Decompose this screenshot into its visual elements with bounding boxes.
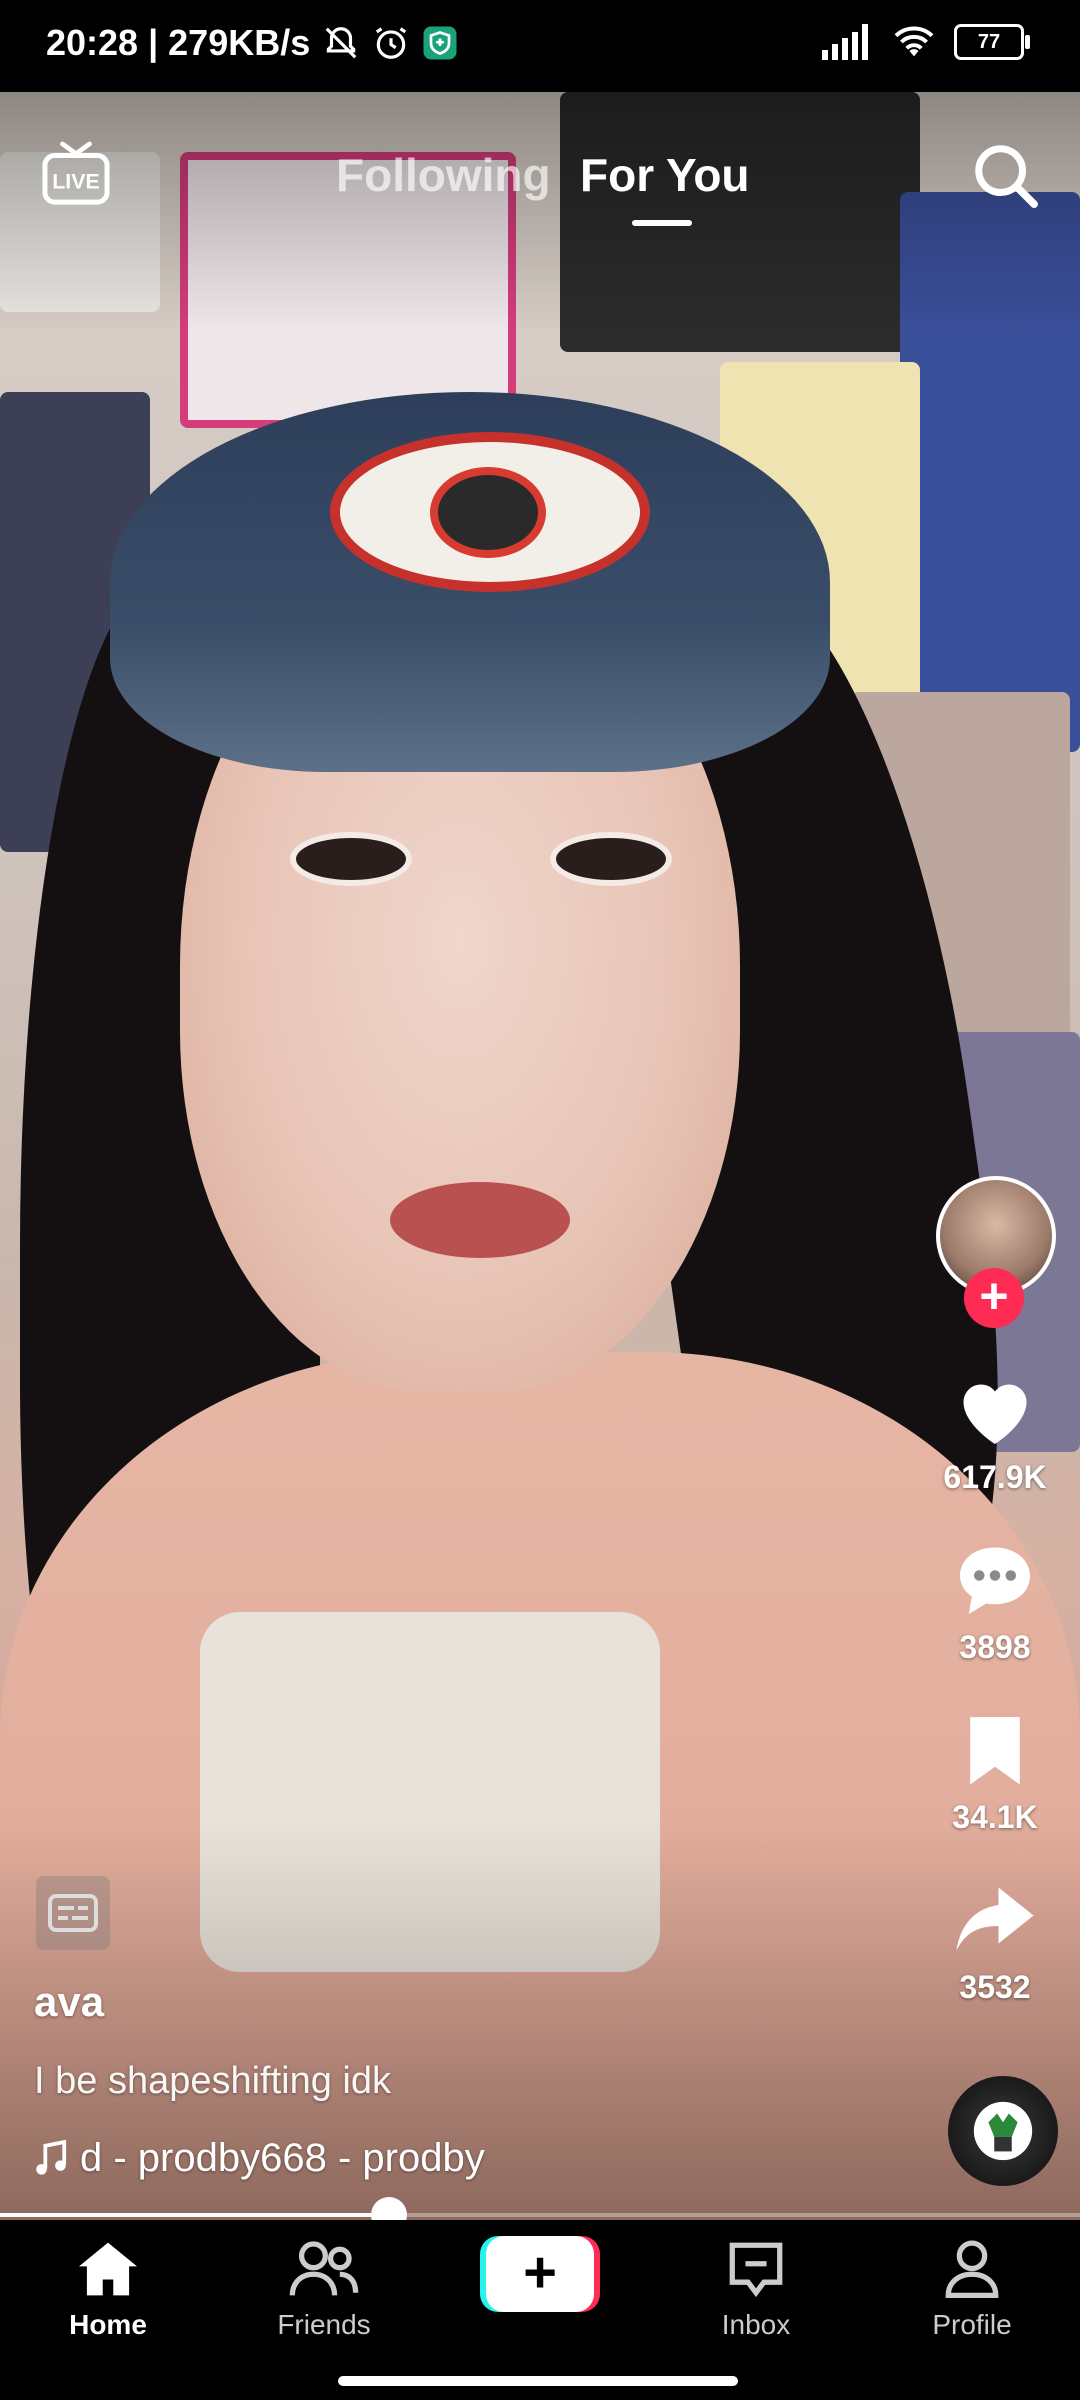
eye (550, 832, 672, 886)
creator-username[interactable]: ava (34, 1978, 104, 2026)
inbox-icon (729, 2242, 783, 2298)
wifi-icon (894, 26, 934, 57)
time-and-speed: 20:28 | 279KB/s (46, 22, 311, 63)
feed-tabs: Following For You (0, 140, 1080, 250)
follow-button[interactable]: + (964, 1268, 1024, 1328)
video-progress-bar[interactable] (0, 2197, 1080, 2233)
progress-fill (0, 2213, 389, 2217)
comment-action[interactable]: 3898 (930, 1540, 1060, 1666)
nav-inbox-label: Inbox (721, 2309, 791, 2340)
share-icon[interactable] (953, 1880, 1037, 1958)
bottom-nav: Home Friends + Inbox Profile (0, 2220, 1080, 2400)
video-description[interactable]: I be shapeshifting idk (34, 2060, 391, 2103)
alarm-icon (376, 27, 407, 59)
nav-inbox[interactable]: Inbox (676, 2240, 836, 2341)
nav-home[interactable]: Home (28, 2240, 188, 2341)
nav-profile-label: Profile (932, 2309, 1012, 2340)
friends-icon (289, 2241, 359, 2296)
save-action[interactable]: 34.1K (930, 1710, 1060, 1836)
like-count: 617.9K (943, 1459, 1047, 1495)
lips (390, 1182, 570, 1258)
status-left: 20:28 | 279KB/s (46, 22, 458, 64)
comment-count: 3898 (959, 1629, 1031, 1665)
music-note-icon (36, 2139, 67, 2175)
create-button[interactable]: + (480, 2236, 600, 2312)
search-icon[interactable] (970, 140, 1040, 210)
share-count: 3532 (959, 1969, 1031, 2005)
shield-icon (423, 26, 457, 60)
tiktok-feed-screen: 20:28 | 279KB/s 77 LIVE Following For Yo… (0, 0, 1080, 2400)
home-icon (79, 2242, 137, 2296)
nav-friends[interactable]: Friends (244, 2240, 404, 2341)
cap-logo (330, 432, 650, 592)
tab-following[interactable]: Following (336, 148, 551, 202)
battery-icon: 77 (954, 24, 1030, 60)
sound-avatar-icon (973, 2101, 1033, 2161)
bookmark-icon[interactable] (959, 1710, 1031, 1788)
nav-home-label: Home (69, 2309, 147, 2340)
sound-disc[interactable] (948, 2076, 1058, 2186)
active-tab-indicator (632, 220, 692, 226)
like-action[interactable]: 617.9K (930, 1370, 1060, 1496)
captions-icon[interactable] (36, 1876, 110, 1950)
plus-icon: + (486, 2236, 594, 2312)
sound-title: d - prodby668 - prodby (80, 2136, 485, 2180)
home-indicator (338, 2376, 738, 2386)
save-count: 34.1K (952, 1799, 1038, 1835)
share-action[interactable]: 3532 (930, 1880, 1060, 2006)
bell-off-icon (325, 27, 357, 59)
sound-info[interactable]: d - prodby668 - prodby (34, 2136, 485, 2181)
profile-icon (945, 2240, 999, 2298)
status-bar: 20:28 | 279KB/s 77 (0, 0, 1080, 92)
heart-icon[interactable] (953, 1370, 1037, 1448)
comment-icon[interactable] (953, 1540, 1037, 1618)
nav-profile[interactable]: Profile (892, 2240, 1052, 2341)
signal-icon (822, 24, 868, 60)
nav-friends-label: Friends (277, 2309, 371, 2340)
tab-for-you[interactable]: For You (580, 148, 750, 202)
eye (290, 832, 412, 886)
status-right: 77 (822, 24, 1030, 60)
